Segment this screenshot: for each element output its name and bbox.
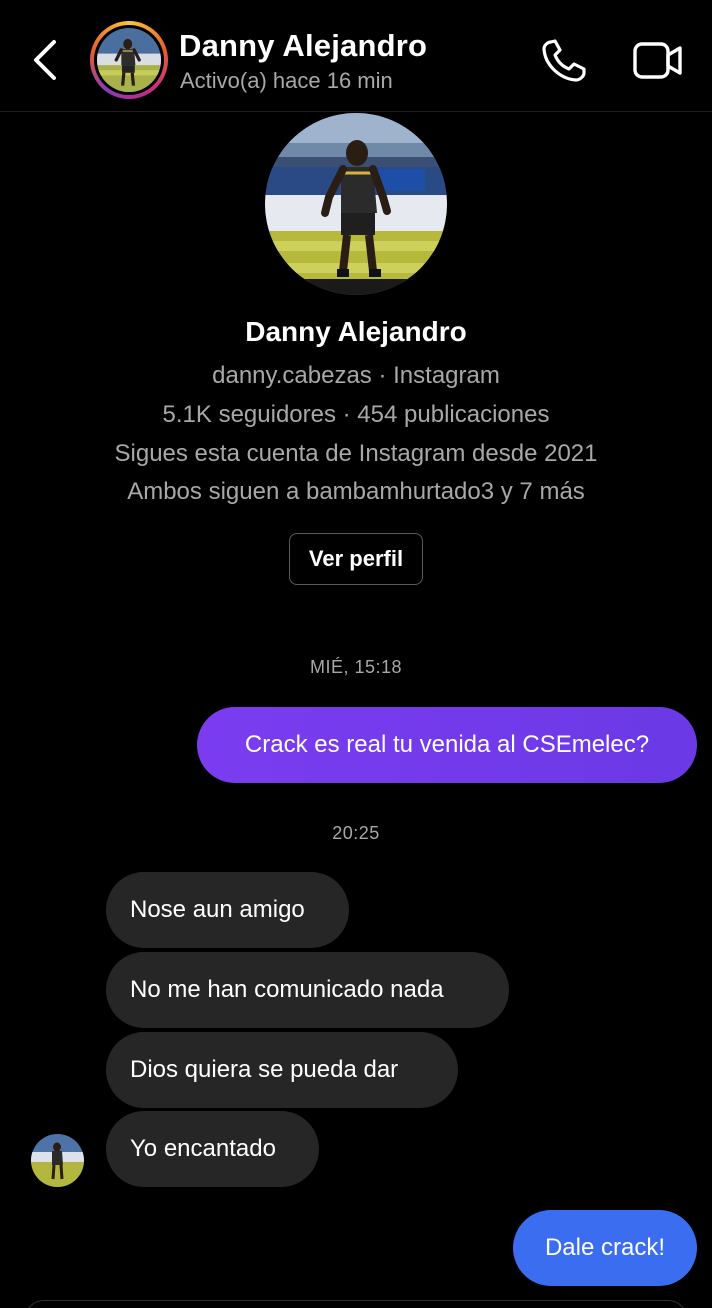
contact-name[interactable]: Danny Alejandro [179, 28, 427, 64]
sender-avatar-photo [31, 1134, 84, 1187]
chat-header: Danny Alejandro Activo(a) hace 16 min [0, 0, 712, 112]
chevron-left-icon [34, 40, 56, 80]
incoming-message[interactable]: No me han comunicado nada [106, 952, 509, 1028]
header-avatar[interactable] [90, 21, 168, 99]
follow-since-text: Sigues esta cuenta de Instagram desde 20… [114, 440, 598, 467]
video-call-button[interactable] [632, 40, 684, 82]
message-composer[interactable] [24, 1300, 688, 1308]
call-button[interactable] [540, 38, 588, 84]
activity-status: Activo(a) hace 16 min [180, 68, 393, 93]
incoming-message[interactable]: Yo encantado [106, 1111, 319, 1187]
profile-name: Danny Alejandro [245, 316, 467, 347]
mutual-followers-text: Ambos siguen a bambamhurtado3 y 7 más [127, 478, 585, 505]
message-timestamp: MIÉ, 15:18 [309, 657, 403, 677]
profile-photo[interactable] [265, 113, 447, 295]
phone-icon [542, 39, 586, 82]
incoming-message[interactable]: Dios quiera se pueda dar [106, 1032, 458, 1108]
sender-avatar[interactable] [31, 1134, 84, 1187]
profile-photo-image [265, 113, 447, 295]
video-camera-icon [633, 42, 682, 79]
view-profile-button[interactable]: Ver perfil [289, 533, 423, 585]
profile-stats: 5.1K seguidores · 454 publicaciones [162, 401, 550, 428]
chat-screen: Danny Alejandro Activo(a) hace 16 min Da… [0, 0, 712, 1308]
message-timestamp: 20:25 [332, 823, 380, 843]
incoming-message[interactable]: Nose aun amigo [106, 872, 349, 948]
profile-handle: danny.cabezas · Instagram [212, 362, 500, 389]
outgoing-message[interactable]: Dale crack! [513, 1210, 697, 1286]
outgoing-message[interactable]: Crack es real tu venida al CSEmelec? [197, 707, 697, 783]
avatar-photo [97, 28, 161, 92]
back-button[interactable] [26, 36, 66, 84]
